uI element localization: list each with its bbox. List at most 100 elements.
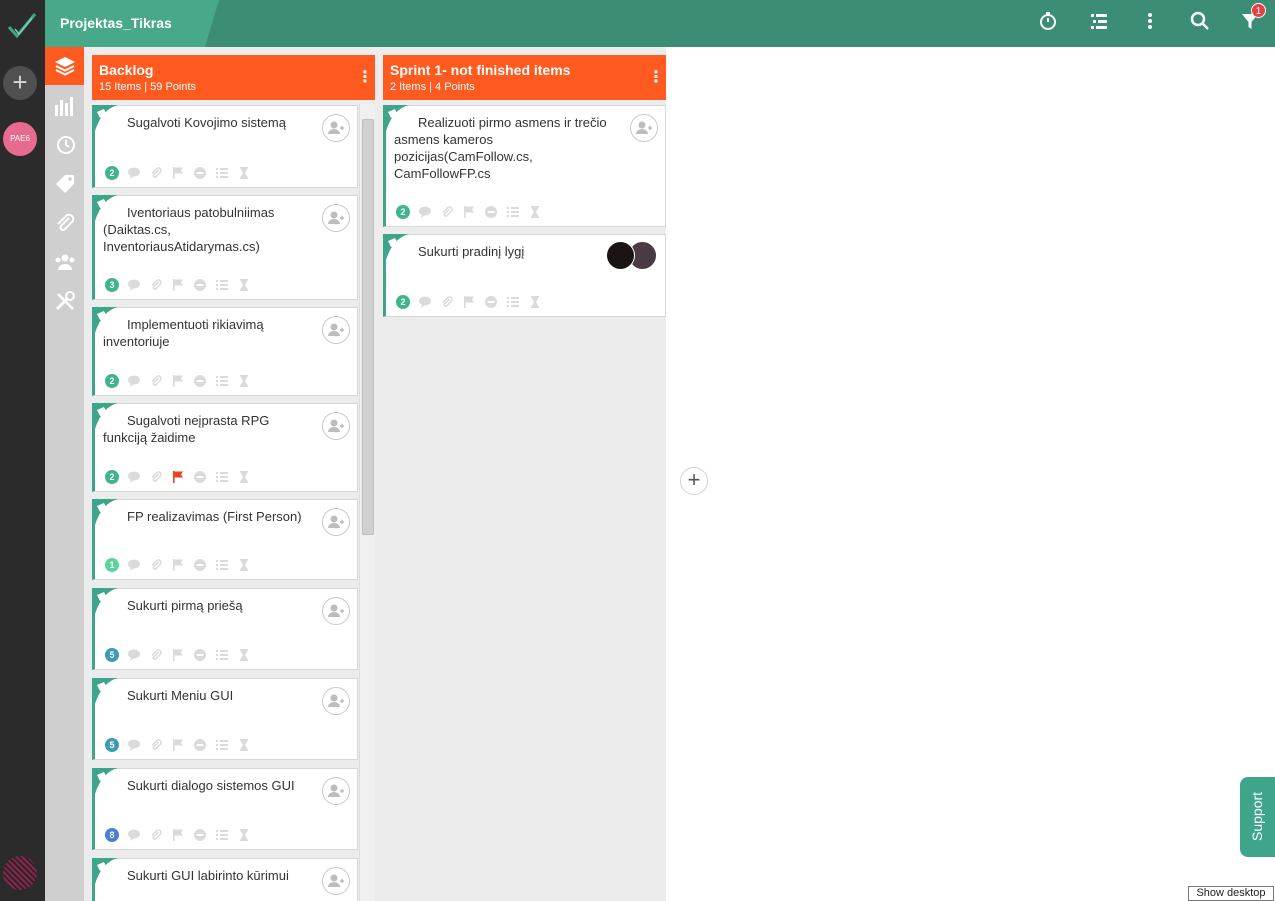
add-column-button[interactable]: + [680,467,708,495]
blocked-icon[interactable] [484,205,498,219]
scrollbar-thumb[interactable] [362,119,374,535]
attachment-icon[interactable] [149,278,163,292]
hourglass-icon[interactable] [528,295,542,309]
blocked-icon[interactable] [193,374,207,388]
paperclip-icon[interactable] [45,204,84,242]
attachment-icon[interactable] [149,166,163,180]
comment-icon[interactable] [418,205,432,219]
attachment-icon[interactable] [440,205,454,219]
story-card[interactable]: Implementuoti rikiavimą inventoriuje 2 [92,307,358,396]
blocked-icon[interactable] [193,648,207,662]
add-assignee-button[interactable] [322,508,350,536]
story-card[interactable]: Iventoriaus patobulniimas (Daiktas.cs, I… [92,195,358,300]
checklist-icon[interactable] [506,205,520,219]
attachment-icon[interactable] [149,558,163,572]
add-assignee-button[interactable] [322,204,350,232]
card-title[interactable]: Sugalvoti Kovojimo sistemą [103,114,315,131]
card-title[interactable]: Realizuoti pirmo asmens ir trečio asmens… [394,114,623,182]
blocked-icon[interactable] [193,166,207,180]
filter-icon[interactable]: 1 [1238,3,1266,35]
hourglass-icon[interactable] [237,558,251,572]
flag-icon[interactable] [171,648,185,662]
comment-icon[interactable] [418,295,432,309]
support-button[interactable]: Support [1240,777,1275,857]
tools-icon[interactable] [45,282,84,320]
app-logo-icon[interactable] [6,10,38,42]
add-assignee-button[interactable] [630,114,658,142]
team-icon[interactable] [45,243,84,281]
card-title[interactable]: Implementuoti rikiavimą inventoriuje [103,316,315,350]
hourglass-icon[interactable] [237,828,251,842]
hourglass-icon[interactable] [237,166,251,180]
comment-icon[interactable] [127,166,141,180]
checklist-icon[interactable] [215,470,229,484]
list-icon[interactable] [1087,11,1111,35]
comment-icon[interactable] [127,374,141,388]
blocked-icon[interactable] [484,295,498,309]
column-menu-icon[interactable]: ⋮ [648,68,664,88]
hourglass-icon[interactable] [237,738,251,752]
flag-icon[interactable] [171,374,185,388]
project-tab[interactable]: Projektas_Tikras [45,0,219,47]
checklist-icon[interactable] [215,166,229,180]
flag-icon[interactable] [171,278,185,292]
attachment-icon[interactable] [149,648,163,662]
add-project-button[interactable]: + [3,66,37,100]
story-card[interactable]: Sugalvoti Kovojimo sistemą 2 [92,105,358,188]
hourglass-icon[interactable] [237,278,251,292]
blocked-icon[interactable] [193,470,207,484]
hourglass-icon[interactable] [237,648,251,662]
story-card[interactable]: Sukurti dialogo sistemos GUI 8 [92,768,358,850]
story-card[interactable]: Sukurti Meniu GUI 5 [92,678,358,760]
add-assignee-button[interactable] [322,114,350,142]
comment-icon[interactable] [127,558,141,572]
assignee-avatar[interactable] [606,241,635,270]
add-assignee-button[interactable] [322,867,350,895]
project-avatar[interactable]: PAE6 [3,122,37,156]
checklist-icon[interactable] [506,295,520,309]
comment-icon[interactable] [127,648,141,662]
card-title[interactable]: Sukurti pradinį lygį [394,243,623,260]
add-assignee-button[interactable] [322,412,350,440]
history-icon[interactable] [45,126,84,164]
flag-icon[interactable] [171,828,185,842]
attachment-icon[interactable] [149,738,163,752]
assignee-avatars[interactable] [606,241,658,271]
comment-icon[interactable] [127,470,141,484]
user-avatar[interactable] [3,856,37,890]
story-card[interactable]: FP realizavimas (First Person) 1 [92,499,358,580]
add-assignee-button[interactable] [322,597,350,625]
blocked-icon[interactable] [193,558,207,572]
flag-icon[interactable] [462,295,476,309]
card-title[interactable]: Sukurti dialogo sistemos GUI [103,777,315,794]
flag-icon[interactable] [171,558,185,572]
backlog-scrollbar[interactable] [359,104,375,901]
add-assignee-button[interactable] [322,316,350,344]
add-assignee-button[interactable] [322,777,350,805]
story-card[interactable]: Sugalvoti neįprasta RPG funkciją žaidime… [92,403,358,492]
story-card[interactable]: Sukurti GUI labirinto kūrimui [92,858,358,901]
blocked-icon[interactable] [193,828,207,842]
card-title[interactable]: FP realizavimas (First Person) [103,508,315,525]
card-title[interactable]: Sukurti GUI labirinto kūrimui [103,867,315,884]
column-menu-icon[interactable]: ⋮ [357,68,373,88]
comment-icon[interactable] [127,278,141,292]
checklist-icon[interactable] [215,648,229,662]
attachment-icon[interactable] [149,828,163,842]
comment-icon[interactable] [127,828,141,842]
hourglass-icon[interactable] [237,470,251,484]
card-title[interactable]: Iventoriaus patobulniimas (Daiktas.cs, I… [103,204,315,255]
search-icon[interactable] [1188,11,1212,35]
tag-icon[interactable] [45,165,84,203]
more-vertical-icon[interactable] [1138,11,1162,35]
comment-icon[interactable] [127,738,141,752]
checklist-icon[interactable] [215,374,229,388]
bar-chart-icon[interactable] [45,87,84,125]
story-card[interactable]: Sukurti pirmą priešą 5 [92,588,358,670]
layers-icon[interactable] [45,47,84,85]
blocked-icon[interactable] [193,738,207,752]
hourglass-icon[interactable] [237,374,251,388]
flag-icon[interactable] [171,738,185,752]
hourglass-icon[interactable] [528,205,542,219]
story-card[interactable]: Realizuoti pirmo asmens ir trečio asmens… [383,105,666,227]
